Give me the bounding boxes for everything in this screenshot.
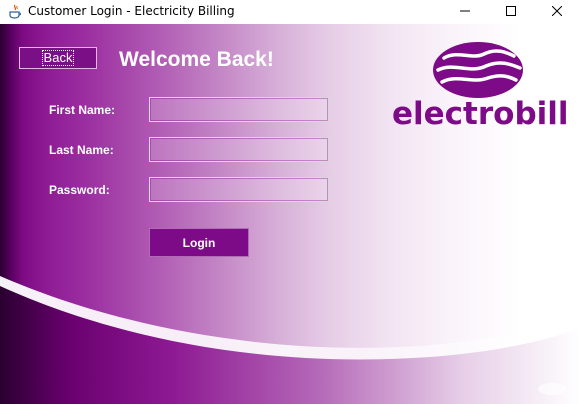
electrobill-logo: electrobill xyxy=(392,38,569,142)
last-name-label: Last Name: xyxy=(49,143,114,157)
window-title: Customer Login - Electricity Billing xyxy=(28,4,235,18)
welcome-heading: Welcome Back! xyxy=(119,48,274,71)
login-panel: Back Welcome Back! First Name: Last Name… xyxy=(0,24,580,404)
logo-wordmark: electrobill xyxy=(392,96,569,132)
login-button-label: Login xyxy=(182,235,216,250)
back-button[interactable]: Back xyxy=(19,47,97,69)
minimize-icon xyxy=(460,5,470,19)
close-icon xyxy=(551,5,563,19)
java-cup-icon xyxy=(8,4,22,20)
minimize-button[interactable] xyxy=(442,0,488,24)
logo-emblem-icon xyxy=(433,42,523,98)
first-name-label: First Name: xyxy=(49,103,116,117)
maximize-icon xyxy=(506,5,516,19)
last-name-field[interactable] xyxy=(149,137,329,162)
first-name-field[interactable] xyxy=(149,97,329,122)
password-field[interactable] xyxy=(149,177,329,202)
back-button-label: Back xyxy=(41,50,75,66)
title-bar: Customer Login - Electricity Billing xyxy=(0,0,580,24)
maximize-button[interactable] xyxy=(488,0,534,24)
login-button[interactable]: Login xyxy=(149,228,249,257)
close-button[interactable] xyxy=(534,0,580,24)
password-label: Password: xyxy=(49,183,110,197)
